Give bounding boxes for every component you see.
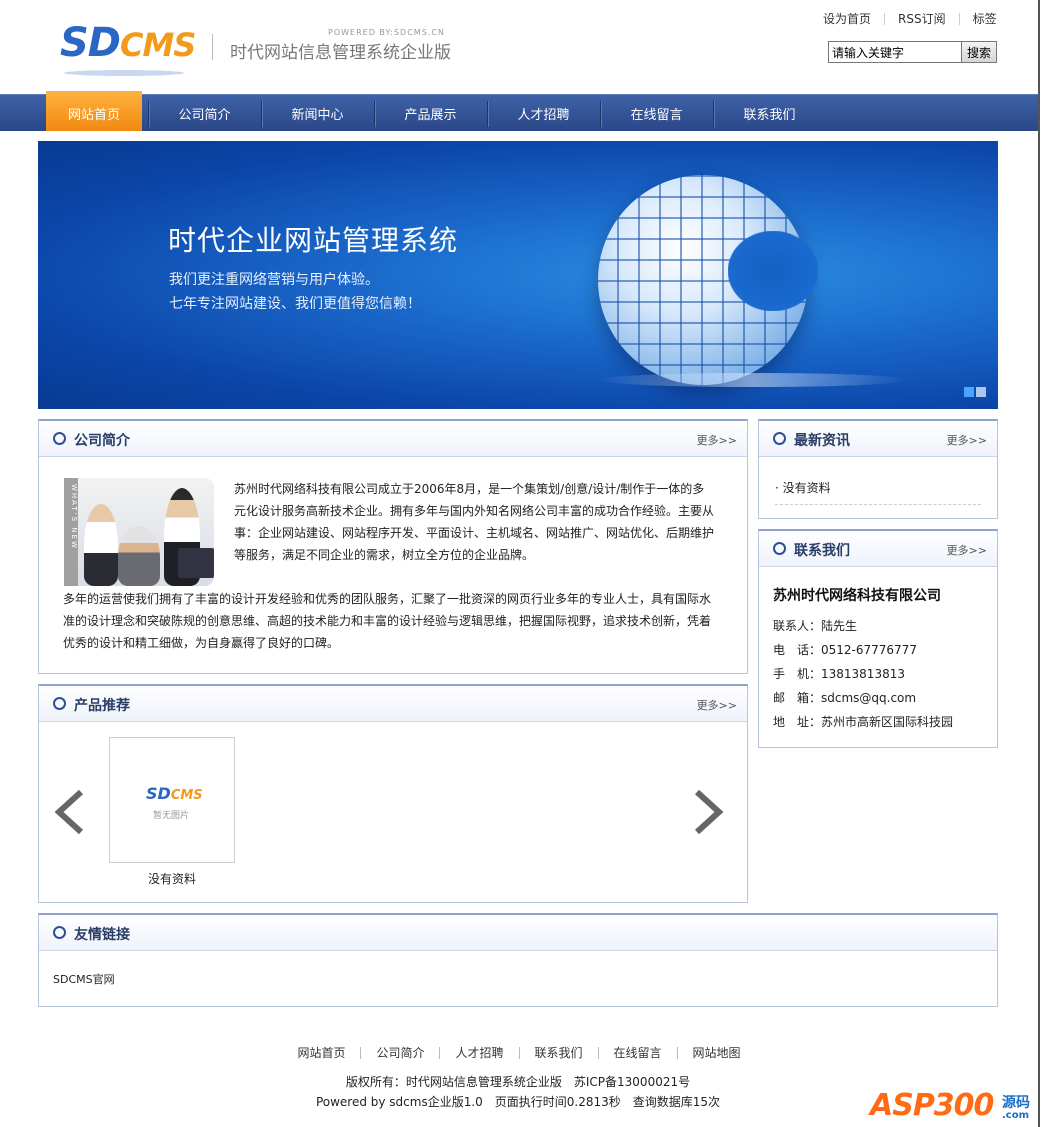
panel-header: 最新资讯 更多>> [759, 421, 997, 457]
logo-swoosh [64, 70, 184, 76]
site-logo[interactable]: SDCMS [60, 18, 210, 78]
more-link[interactable]: 更多>> [947, 542, 987, 558]
more-link[interactable]: 更多>> [697, 432, 737, 448]
search-form: 搜索 [828, 41, 997, 63]
panel-header: 联系我们 更多>> [759, 531, 997, 567]
about-panel: 公司简介 更多>> WHAT'S NEW 苏州时代网络科技有限公司成立于2006… [38, 419, 748, 674]
nav-item-guestbook[interactable]: 在线留言 [600, 91, 713, 131]
contact-email: 邮 箱：sdcms@qq.com [773, 691, 917, 705]
more-link[interactable]: 更多>> [947, 432, 987, 448]
banner-line-1: 我们更注重网络营销与用户体验。 [169, 272, 379, 288]
main-nav: 网站首页 公司简介 新闻中心 产品展示 人才招聘 在线留言 联系我们 [0, 91, 1038, 131]
circle-icon [773, 432, 786, 445]
placeholder-logo: SDCMS [146, 784, 203, 803]
top-links: 设为首页 RSS订阅 标签 [810, 10, 1010, 27]
circle-icon [53, 697, 66, 710]
product-thumbnail[interactable]: SDCMS 暂无图片 [109, 737, 235, 863]
powered-by: POWERED BY:SDCMS.CN [328, 28, 445, 37]
footer-link-home[interactable]: 网站首页 [282, 1044, 360, 1061]
footer-link-jobs[interactable]: 人才招聘 [440, 1044, 518, 1061]
news-panel: 最新资讯 更多>> · 没有资料 [758, 419, 998, 519]
placeholder-text: 暂无图片 [153, 811, 190, 821]
toplink-tags[interactable]: 标签 [960, 10, 1010, 27]
nav-item-products[interactable]: 产品展示 [374, 91, 487, 131]
slide-dot-1[interactable] [964, 387, 974, 397]
footer-link-guestbook[interactable]: 在线留言 [599, 1044, 677, 1061]
placeholder-logo-cms: CMS [170, 788, 203, 803]
logo-text: SDCMS [60, 20, 196, 66]
watermark-com: .com [1002, 1110, 1030, 1121]
slide-indicators [964, 387, 986, 397]
watermark-code: 源码 [1002, 1095, 1030, 1111]
slide-dot-2[interactable] [976, 387, 986, 397]
header: SDCMS POWERED BY:SDCMS.CN 时代网站信息管理系统企业版 … [0, 0, 1038, 94]
about-paragraph-1: 苏州时代网络科技有限公司成立于2006年8月，是一个集策划/创意/设计/制作于一… [234, 482, 715, 562]
toplink-set-homepage[interactable]: 设为首页 [810, 10, 884, 27]
toplink-rss[interactable]: RSS订阅 [885, 10, 959, 27]
panel-header: 友情链接 [39, 915, 997, 951]
nav-item-jobs[interactable]: 人才招聘 [487, 91, 600, 131]
page-edge [1038, 0, 1040, 1127]
chevron-left-icon[interactable] [53, 790, 87, 834]
contact-phone: 电 话：0512-67776777 [773, 643, 917, 657]
nav-item-contact[interactable]: 联系我们 [713, 91, 826, 131]
panel-header: 产品推荐 更多>> [39, 686, 747, 722]
banner-title: 时代企业网站管理系统 [168, 224, 459, 257]
nav-item-about[interactable]: 公司简介 [148, 91, 261, 131]
contact-panel: 联系我们 更多>> 苏州时代网络科技有限公司 联系人：陆先生 电 话：0512-… [758, 529, 998, 748]
panel-title: 最新资讯 [794, 433, 850, 449]
nav-item-home[interactable]: 网站首页 [46, 91, 142, 131]
panel-title: 联系我们 [794, 543, 850, 559]
panel-header: 公司简介 更多>> [39, 421, 747, 457]
panel-title: 公司简介 [74, 433, 130, 449]
friend-links-panel: 友情链接 SDCMS官网 [38, 913, 998, 1007]
globe-base-glow [598, 373, 908, 387]
news-list-item: · 没有资料 [775, 479, 981, 505]
panel-title: 产品推荐 [74, 698, 130, 714]
about-text: 苏州时代网络科技有限公司成立于2006年8月，是一个集策划/创意/设计/制作于一… [63, 478, 715, 654]
search-input[interactable] [828, 41, 961, 63]
footer-link-sitemap[interactable]: 网站地图 [678, 1044, 756, 1061]
panel-title: 友情链接 [74, 927, 130, 943]
more-link[interactable]: 更多>> [697, 697, 737, 713]
circle-icon [53, 432, 66, 445]
contact-address: 地 址：苏州市高新区国际科技园 [773, 715, 954, 729]
site-slogan: 时代网站信息管理系统企业版 [230, 43, 451, 63]
logo-divider [212, 34, 213, 60]
footer-link-about[interactable]: 公司简介 [361, 1044, 439, 1061]
search-button[interactable]: 搜索 [961, 41, 997, 63]
circle-icon [773, 542, 786, 555]
products-panel: 产品推荐 更多>> SDCMS 暂无图片 没有资料 [38, 684, 748, 903]
product-label[interactable]: 没有资料 [109, 870, 235, 887]
footer-nav: 网站首页 公司简介 人才招聘 联系我们 在线留言 网站地图 [0, 1044, 1038, 1061]
contact-person: 联系人：陆先生 [773, 619, 858, 633]
circle-icon [53, 926, 66, 939]
logo-cms: CMS [120, 26, 196, 64]
friend-link[interactable]: SDCMS官网 [53, 971, 115, 987]
logo-sd: SD [60, 20, 121, 66]
footer-link-contact[interactable]: 联系我们 [520, 1044, 598, 1061]
contact-mobile: 手 机：13813813813 [773, 667, 905, 681]
banner-line-2: 七年专注网站建设、我们更值得您信赖！ [169, 296, 421, 312]
watermark-asp: ASP300 [870, 1088, 994, 1123]
placeholder-logo-sd: SD [146, 784, 171, 803]
nav-item-news[interactable]: 新闻中心 [261, 91, 374, 131]
contact-company: 苏州时代网络科技有限公司 [773, 588, 941, 604]
chevron-right-icon[interactable] [691, 790, 725, 834]
hero-banner[interactable]: 时代企业网站管理系统 我们更注重网络营销与用户体验。 七年专注网站建设、我们更值… [38, 141, 998, 409]
about-paragraph-2: 多年的运营使我们拥有了丰富的设计开发经验和优秀的团队服务，汇聚了一批资深的网页行… [63, 592, 712, 650]
globe-cutout [728, 231, 818, 311]
watermark-logo: ASP300 源码 .com [870, 1074, 1040, 1124]
